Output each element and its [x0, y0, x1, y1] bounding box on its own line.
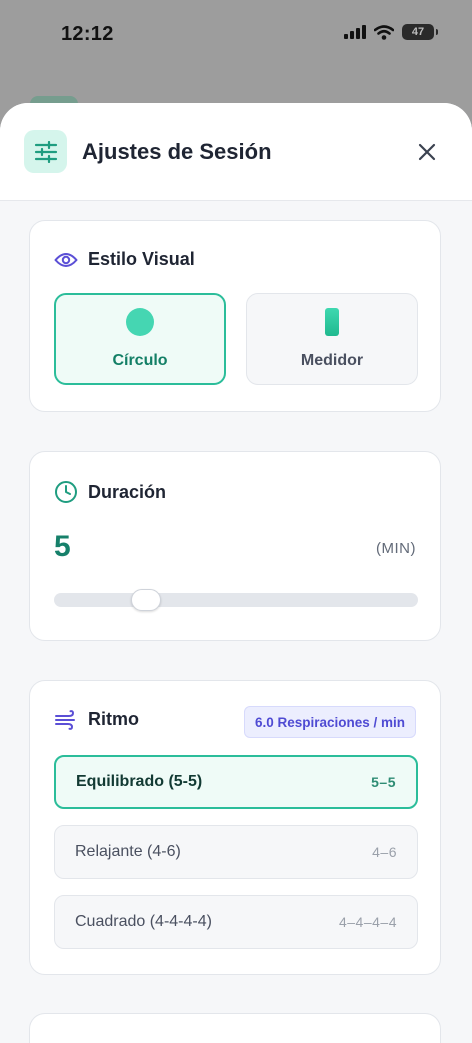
rhythm-option-pattern: 4–4–4–4 [338, 914, 397, 930]
visual-style-card: Estilo Visual Círculo Medidor [29, 220, 441, 412]
close-button[interactable] [416, 141, 438, 163]
duration-header: Duración [54, 480, 166, 504]
gauge-bar-icon [325, 308, 339, 336]
close-icon [418, 143, 436, 161]
sheet-title: Ajustes de Sesión [82, 139, 272, 164]
style-option-gauge[interactable]: Medidor [246, 293, 418, 385]
wifi-icon [374, 24, 394, 40]
next-card [29, 1013, 441, 1043]
duration-unit: (MIN) [376, 540, 416, 557]
slider-thumb[interactable] [130, 589, 161, 611]
status-time: 12:12 [61, 23, 114, 45]
rhythm-card: Ritmo 6.0 Respiraciones / min Equilibrad… [29, 680, 441, 975]
style-option-circle[interactable]: Círculo [54, 293, 226, 385]
rhythm-title: Ritmo [88, 709, 139, 729]
sheet-header: Ajustes de Sesión [0, 103, 472, 201]
clock-icon [55, 481, 77, 503]
duration-slider[interactable] [54, 589, 418, 611]
status-bar: 12:12 47 [0, 0, 472, 70]
eye-icon [54, 252, 78, 267]
circle-icon [126, 308, 154, 336]
rhythm-option-pattern: 4–6 [372, 844, 397, 860]
duration-card: Duración 5 (MIN) [29, 451, 441, 641]
sliders-icon [24, 130, 67, 173]
style-option-label: Círculo [112, 352, 168, 369]
status-icons: 47 [344, 24, 438, 40]
rhythm-option-pattern: 5–5 [371, 774, 396, 790]
rhythm-option-name: Equilibrado (5-5) [76, 773, 203, 790]
breath-rate-badge: 6.0 Respiraciones / min [243, 706, 416, 738]
rhythm-option-balanced[interactable]: Equilibrado (5-5) 5–5 [54, 755, 418, 809]
duration-value: 5 [54, 530, 71, 563]
visual-style-header: Estilo Visual [54, 249, 195, 270]
battery-icon: 47 [402, 24, 438, 40]
cellular-signal-icon [344, 25, 366, 39]
battery-level: 47 [411, 26, 425, 38]
style-option-label: Medidor [300, 352, 364, 369]
rhythm-header: Ritmo [54, 709, 139, 730]
rhythm-option-relaxing[interactable]: Relajante (4-6) 4–6 [54, 825, 418, 879]
duration-title: Duración [88, 481, 167, 502]
settings-sheet: Ajustes de Sesión Estilo Visual Círculo … [0, 103, 472, 1043]
visual-style-title: Estilo Visual [88, 249, 195, 269]
rhythm-option-name: Cuadrado (4-4-4-4) [75, 913, 212, 930]
rhythm-option-name: Relajante (4-6) [75, 843, 181, 860]
wind-icon [55, 709, 75, 730]
rhythm-option-square[interactable]: Cuadrado (4-4-4-4) 4–4–4–4 [54, 895, 418, 949]
